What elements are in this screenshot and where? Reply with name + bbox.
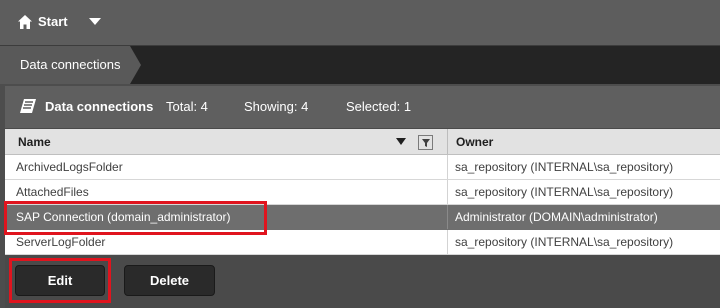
delete-button[interactable]: Delete bbox=[124, 265, 215, 296]
table-row[interactable]: AttachedFiles sa_repository (INTERNAL\sa… bbox=[5, 180, 720, 205]
breadcrumb: Data connections bbox=[0, 46, 720, 84]
column-divider bbox=[447, 205, 448, 229]
column-divider bbox=[447, 230, 448, 254]
column-divider[interactable] bbox=[447, 129, 448, 154]
column-divider bbox=[447, 155, 448, 179]
cell-name: AttachedFiles bbox=[16, 185, 89, 199]
cell-owner: Administrator (DOMAIN\administrator) bbox=[455, 210, 658, 224]
panel-header: Data connections Total: 4 Showing: 4 Sel… bbox=[5, 86, 720, 128]
caret-down-icon[interactable] bbox=[89, 18, 101, 26]
home-icon[interactable] bbox=[17, 14, 33, 30]
filter-icon[interactable] bbox=[418, 135, 433, 150]
cell-name: ArchivedLogsFolder bbox=[16, 160, 123, 174]
breadcrumb-item-data-connections[interactable]: Data connections bbox=[0, 46, 141, 84]
column-header-owner[interactable]: Owner bbox=[456, 135, 493, 149]
table-header: Name Owner bbox=[5, 129, 720, 155]
showing-count: Showing: 4 bbox=[244, 99, 309, 114]
breadcrumb-label: Data connections bbox=[20, 57, 121, 72]
column-divider bbox=[447, 180, 448, 204]
start-label[interactable]: Start bbox=[38, 13, 68, 31]
table-row[interactable]: ArchivedLogsFolder sa_repository (INTERN… bbox=[5, 155, 720, 180]
top-bar: Start bbox=[0, 0, 720, 46]
edit-button[interactable]: Edit bbox=[15, 265, 105, 296]
cell-owner: sa_repository (INTERNAL\sa_repository) bbox=[455, 160, 674, 174]
table-row-selected[interactable]: SAP Connection (domain_administrator) Ad… bbox=[5, 205, 720, 230]
selected-count: Selected: 1 bbox=[346, 99, 412, 114]
cell-owner: sa_repository (INTERNAL\sa_repository) bbox=[455, 235, 674, 249]
total-count: Total: 4 bbox=[166, 99, 208, 114]
data-connections-table: Name Owner ArchivedLogsFolder sa_reposit… bbox=[5, 129, 720, 255]
table-row[interactable]: ServerLogFolder sa_repository (INTERNAL\… bbox=[5, 230, 720, 255]
cell-name: ServerLogFolder bbox=[16, 235, 106, 249]
cell-name: SAP Connection (domain_administrator) bbox=[16, 210, 231, 224]
column-header-name[interactable]: Name bbox=[18, 135, 51, 149]
data-connection-icon bbox=[20, 99, 36, 113]
panel-title: Data connections bbox=[45, 99, 154, 114]
cell-owner: sa_repository (INTERNAL\sa_repository) bbox=[455, 185, 674, 199]
sort-descending-icon[interactable] bbox=[396, 138, 406, 146]
data-connections-panel: Data connections Total: 4 Showing: 4 Sel… bbox=[5, 86, 720, 308]
